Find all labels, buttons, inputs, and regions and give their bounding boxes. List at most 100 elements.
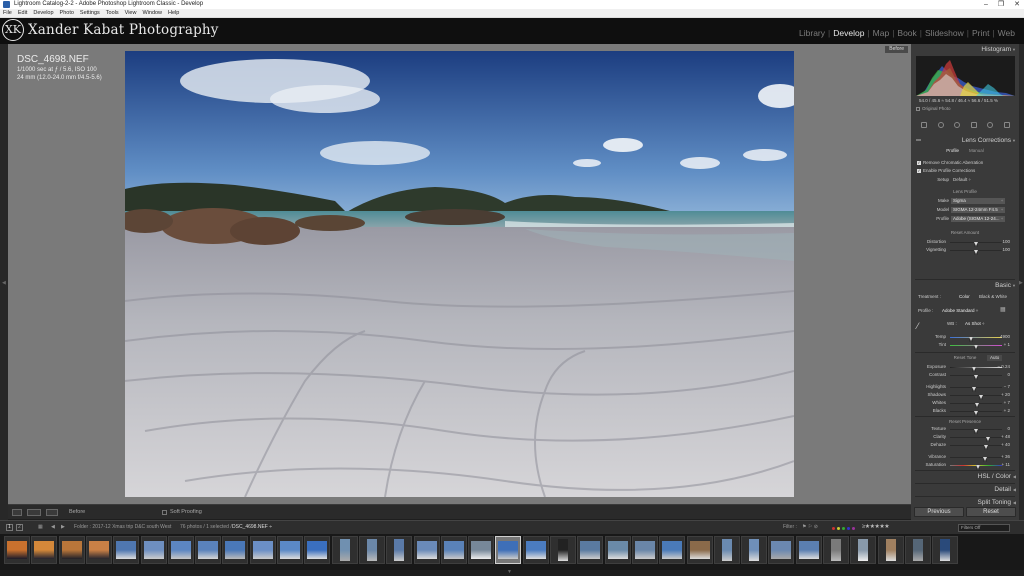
setup-select[interactable]: Default ÷ — [953, 177, 971, 183]
menu-help[interactable]: Help — [168, 9, 179, 17]
tab-profile[interactable]: Profile — [946, 147, 959, 155]
slider-track[interactable] — [950, 241, 1002, 247]
filmstrip-thumbnail[interactable] — [659, 536, 686, 564]
basic-header[interactable]: Basic ▼ — [913, 281, 1017, 290]
filmstrip[interactable] — [0, 534, 1024, 570]
filter-preset-select[interactable]: Filters Off — [958, 524, 1010, 532]
vibrance-slider[interactable]: Vibrance + 36 — [915, 454, 1015, 462]
filmstrip-thumbnail[interactable] — [577, 536, 604, 564]
histogram-header[interactable]: Histogram ▼ — [913, 45, 1017, 54]
selected-file-select[interactable]: DSC_4698.NEF ÷ — [232, 524, 272, 531]
filmstrip-thumbnail[interactable] — [713, 536, 740, 564]
profile-select[interactable]: Adobe (SIGMA 12-24... — [951, 216, 1005, 222]
spot-removal-tool-icon[interactable] — [937, 122, 944, 128]
filmstrip-thumbnail[interactable] — [195, 536, 222, 564]
make-select[interactable]: Sigma — [951, 198, 1005, 204]
exposure-value[interactable]: − 0.24 — [997, 364, 1010, 370]
filmstrip-thumbnail[interactable] — [386, 536, 413, 564]
collapse-triangle-icon[interactable]: ▼ — [1012, 281, 1016, 290]
back-arrow-icon[interactable]: ◀ — [51, 524, 55, 531]
slider-track[interactable] — [950, 394, 1002, 400]
filmstrip-thumbnail[interactable] — [277, 536, 303, 564]
adjustment-brush-icon[interactable] — [1003, 122, 1010, 128]
module-map[interactable]: Map — [870, 28, 893, 38]
temp-value[interactable]: 4900 — [1000, 334, 1010, 340]
module-print[interactable]: Print — [969, 28, 992, 38]
filmstrip-thumbnail[interactable] — [31, 536, 58, 564]
filmstrip-thumbnail[interactable] — [440, 536, 467, 564]
module-web[interactable]: Web — [995, 28, 1018, 38]
checkmark-icon[interactable]: ✓ — [917, 169, 921, 173]
filmstrip-thumbnail[interactable] — [877, 536, 904, 564]
slider-track[interactable] — [950, 456, 1002, 462]
expand-triangle-icon[interactable]: ◀ — [1013, 472, 1016, 481]
dropdown-caret-icon[interactable]: ÷ — [1001, 198, 1003, 204]
blue-label-icon[interactable] — [847, 527, 850, 530]
dehaze-value[interactable]: + 40 — [1001, 442, 1010, 448]
filmstrip-thumbnail[interactable] — [331, 536, 358, 564]
shadows-slider[interactable]: Shadows + 20 — [915, 392, 1015, 400]
collapse-triangle-icon[interactable]: ▼ — [1012, 45, 1016, 54]
filmstrip-thumbnail[interactable] — [686, 536, 713, 564]
expand-triangle-icon[interactable]: ◀ — [1013, 485, 1016, 494]
module-library[interactable]: Library — [796, 28, 828, 38]
collapse-triangle-icon[interactable]: ▼ — [1012, 136, 1016, 145]
color-label-filters[interactable] — [832, 527, 855, 530]
filmstrip-thumbnail[interactable] — [904, 536, 931, 564]
menu-photo[interactable]: Photo — [60, 9, 74, 17]
texture-slider[interactable]: Texture 0 — [915, 426, 1015, 434]
soft-proofing-checkbox[interactable] — [162, 509, 167, 515]
identity-plate[interactable]: XK Xander Kabat Photography — [2, 19, 219, 41]
treatment-bw[interactable]: Black & White — [979, 294, 1007, 300]
clarity-slider[interactable]: Clarity + 48 — [915, 434, 1015, 442]
module-book[interactable]: Book — [894, 28, 919, 38]
slider-track[interactable] — [950, 249, 1002, 255]
slider-track[interactable] — [950, 336, 1002, 342]
collapse-right-icon[interactable]: ▶ — [1019, 280, 1023, 286]
slider-track[interactable] — [950, 402, 1002, 408]
menu-develop[interactable]: Develop — [33, 9, 53, 17]
blacks-value[interactable]: + 2 — [1004, 408, 1010, 414]
filmstrip-thumbnail[interactable] — [358, 536, 385, 564]
grid-view-icon[interactable]: ▦ — [38, 524, 43, 531]
tint-value[interactable]: + 1 — [1004, 342, 1010, 348]
blacks-slider[interactable]: Blacks + 2 — [915, 408, 1015, 416]
filmstrip-thumbnail[interactable] — [113, 536, 140, 564]
dehaze-slider[interactable]: Dehaze + 40 — [915, 442, 1015, 450]
slider-thumb[interactable] — [983, 445, 988, 450]
auto-tone-button[interactable]: Auto — [987, 355, 1003, 361]
slider-track[interactable] — [950, 410, 1002, 416]
filmstrip-thumbnail[interactable] — [795, 536, 822, 564]
highlights-slider[interactable]: Highlights − 7 — [915, 384, 1015, 392]
module-slideshow[interactable]: Slideshow — [922, 28, 967, 38]
filmstrip-toggle-icon[interactable]: ▼ — [507, 569, 512, 575]
filmstrip-thumbnail[interactable] — [4, 536, 30, 564]
slider-track[interactable] — [950, 366, 1002, 372]
slider-track[interactable] — [950, 436, 1002, 442]
treatment-color[interactable]: Color — [959, 294, 970, 300]
green-label-icon[interactable] — [842, 527, 845, 530]
purple-label-icon[interactable] — [852, 527, 855, 530]
filmstrip-thumbnail[interactable] — [468, 536, 495, 564]
lens-corrections-header[interactable]: Lens Corrections ▼ — [913, 136, 1017, 145]
yellow-label-icon[interactable] — [837, 527, 840, 530]
radial-filter-icon[interactable] — [987, 122, 994, 128]
contrast-slider[interactable]: Contrast 0 — [915, 372, 1015, 380]
menu-tools[interactable]: Tools — [106, 9, 119, 17]
dropdown-caret-icon[interactable]: ÷ — [1001, 207, 1003, 213]
filmstrip-thumbnail[interactable] — [495, 536, 522, 564]
crop-tool-icon[interactable] — [921, 122, 928, 128]
filmstrip-thumbnail[interactable] — [167, 536, 194, 564]
rating-filter-stars[interactable]: ≥★★★★★ — [862, 523, 890, 530]
filmstrip-thumbnail[interactable] — [58, 536, 85, 564]
distortion-value[interactable]: 100 — [1002, 239, 1010, 245]
slider-track[interactable] — [950, 444, 1002, 450]
reset-button[interactable]: Reset — [966, 507, 1016, 517]
reset-presence-label[interactable]: Reset Presence — [913, 419, 1017, 425]
filmstrip-thumbnail[interactable] — [222, 536, 249, 564]
temp-slider[interactable]: Temp 4900 — [915, 334, 1015, 342]
filmstrip-thumbnail[interactable] — [413, 536, 440, 564]
expand-left-icon[interactable]: ◀ — [2, 280, 6, 286]
filmstrip-thumbnail[interactable] — [850, 536, 877, 564]
right-panel-edge[interactable]: ▶ — [1019, 44, 1024, 520]
